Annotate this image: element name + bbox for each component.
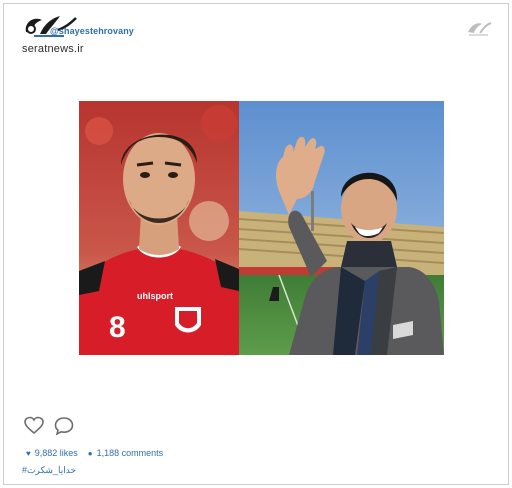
jersey-number: 8 — [109, 311, 126, 344]
jersey-brand: uhlsport — [137, 291, 173, 301]
site-url: seratnews.ir — [22, 43, 84, 55]
comment-dot-icon: ● — [87, 448, 93, 458]
corner-logo-icon — [468, 22, 492, 36]
post-photo[interactable]: uhlsport 8 — [79, 101, 444, 355]
comments-count[interactable]: 1,188 comments — [97, 448, 164, 458]
heart-small-icon: ♥ — [26, 448, 31, 458]
instagram-handle[interactable]: @shayestehrovany — [50, 26, 134, 36]
right-photo-man — [238, 101, 444, 355]
comment-bubble-icon[interactable] — [54, 416, 74, 436]
likes-count[interactable]: 9,882 likes — [35, 448, 78, 458]
post-frame: @shayestehrovany seratnews.ir uhlsport 8… — [3, 3, 509, 485]
post-actions — [24, 416, 104, 436]
post-hashtag[interactable]: #خدایا_شکرت — [22, 465, 76, 476]
photo-collage: uhlsport 8 — [79, 101, 444, 355]
post-stats: ♥ 9,882 likes ● 1,188 comments — [26, 448, 163, 458]
site-logo: @shayestehrovany seratnews.ir — [20, 10, 140, 56]
divider — [22, 405, 490, 406]
heart-icon[interactable] — [24, 416, 44, 436]
left-photo-player: uhlsport 8 — [79, 101, 239, 355]
corner-watermark — [466, 18, 494, 88]
